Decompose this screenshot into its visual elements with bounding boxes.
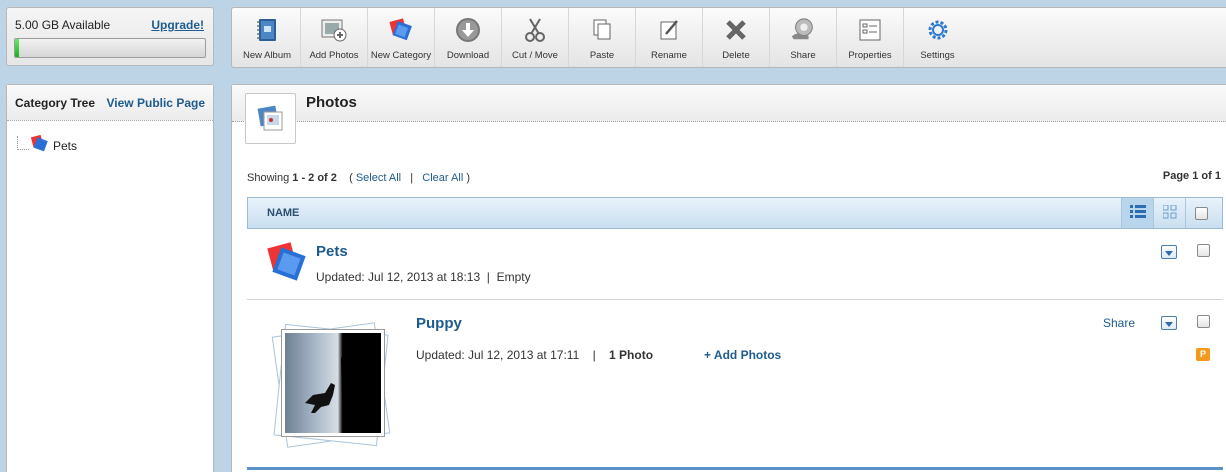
select-all-checkbox[interactable] [1195, 206, 1208, 220]
add-photos-label: Add Photos [309, 50, 359, 61]
item-checkbox[interactable] [1197, 244, 1210, 257]
rename-button[interactable]: Rename [636, 8, 703, 67]
album-thumbnail[interactable] [271, 321, 391, 451]
properties-icon [857, 17, 883, 43]
pencil-icon [656, 17, 682, 43]
tree-item-pets[interactable]: Pets [17, 134, 78, 156]
new-album-button[interactable]: New Album [234, 8, 301, 67]
tree-item-label: Pets [53, 138, 78, 153]
storage-progress-bar [14, 38, 206, 58]
settings-label: Settings [920, 50, 955, 61]
category-icon [30, 134, 49, 156]
table-row: Pets Updated: Jul 12, 2013 at 18:13 | Em… [247, 230, 1223, 300]
download-icon [455, 17, 481, 43]
select-all-link[interactable]: Select All [356, 172, 401, 184]
item-checkbox[interactable] [1197, 315, 1210, 328]
sidebar-header: Category Tree View Public Page [7, 85, 213, 121]
share-icon [790, 17, 816, 43]
page-total: 1 [1214, 170, 1221, 182]
select-all-checkbox-cell [1185, 198, 1217, 228]
new-category-label: New Category [370, 50, 432, 61]
page-prefix: Page [1162, 170, 1190, 182]
properties-label: Properties [848, 50, 892, 61]
add-photos-link[interactable]: + Add Photos [704, 348, 781, 362]
item-meta: Updated: Jul 12, 2013 at 18:13 | Empty [316, 270, 531, 284]
page-current: 1 [1192, 170, 1199, 182]
list-view-icon [1129, 204, 1146, 222]
item-photo-count: 1 Photo [609, 348, 654, 362]
download-label: Download [446, 50, 490, 61]
item-status: Empty [496, 270, 531, 284]
public-badge: P [1196, 348, 1210, 361]
settings-button[interactable]: Settings [904, 8, 971, 67]
album-photo [281, 329, 385, 437]
view-public-page-link[interactable]: View Public Page [107, 96, 205, 110]
page-of: of [1201, 170, 1212, 182]
item-title[interactable]: Pets [316, 243, 348, 260]
add-photos-link-label: Add Photos [713, 348, 782, 362]
page-title: Photos [306, 94, 357, 111]
item-menu-button[interactable] [1161, 316, 1177, 330]
sidebar-title: Category Tree [15, 95, 96, 110]
paste-button[interactable]: Paste [569, 8, 636, 67]
properties-button[interactable]: Properties [837, 8, 904, 67]
cut-move-label: Cut / Move [512, 50, 558, 61]
table-row: Puppy Updated: Jul 12, 2013 at 17:11 | 1… [247, 301, 1223, 466]
storage-panel: 5.00 GB Available Upgrade! [6, 7, 214, 66]
item-meta: Updated: Jul 12, 2013 at 17:11 | 1 Photo [416, 348, 654, 362]
new-category-button[interactable]: New Category [368, 8, 435, 67]
table-header: NAME [247, 197, 1223, 229]
photo-image [285, 333, 381, 433]
category-sidebar: Category Tree View Public Page Pets [6, 84, 214, 472]
rename-label: Rename [651, 50, 687, 61]
share-label: Share [790, 50, 816, 61]
item-updated: Updated: Jul 12, 2013 at 17:11 [416, 348, 580, 362]
showing-range: 1 - 2 of 2 [292, 172, 337, 184]
column-name[interactable]: NAME [267, 207, 299, 219]
main-header: Photos [232, 85, 1226, 144]
showing-info: Showing 1 - 2 of 2 ( Select All | Clear … [247, 172, 470, 184]
showing-prefix: Showing [247, 172, 290, 184]
delete-label: Delete [722, 50, 750, 61]
item-menu-button[interactable] [1161, 245, 1177, 259]
share-link[interactable]: Share [1103, 316, 1135, 330]
paste-label: Paste [589, 50, 615, 61]
category-icon [267, 242, 309, 287]
upgrade-link[interactable]: Upgrade! [151, 18, 204, 32]
download-button[interactable]: Download [435, 8, 502, 67]
add-photos-button[interactable]: Add Photos [301, 8, 368, 67]
share-button[interactable]: Share [770, 8, 837, 67]
delete-button[interactable]: Delete [703, 8, 770, 67]
gear-icon [925, 17, 951, 43]
tree-connector [17, 135, 29, 150]
album-icon [254, 17, 280, 43]
chevron-down-icon [1165, 316, 1173, 330]
photos-thumbnail [245, 93, 296, 144]
grid-view-button[interactable] [1153, 198, 1185, 228]
storage-available: 5.00 GB Available [15, 18, 111, 32]
cut-move-button[interactable]: Cut / Move [502, 8, 569, 67]
paste-icon [589, 17, 615, 43]
chevron-down-icon [1165, 245, 1173, 259]
toolbar: New Album Add Photos New Category Downlo… [231, 7, 1226, 68]
clear-all-link[interactable]: Clear All [422, 172, 463, 184]
storage-progress-fill [15, 39, 19, 57]
page-info: Page 1 of 1 [1163, 170, 1221, 182]
scissors-icon [522, 17, 548, 43]
list-bottom-border [247, 467, 1223, 470]
main-panel: Photos Showing 1 - 2 of 2 ( Select All |… [231, 84, 1226, 472]
category-icon [388, 17, 414, 43]
grid-view-icon [1162, 204, 1177, 222]
list-view-button[interactable] [1121, 198, 1153, 228]
item-updated: Updated: Jul 12, 2013 at 18:13 [316, 270, 481, 284]
item-title[interactable]: Puppy [416, 315, 462, 332]
new-album-label: New Album [242, 50, 292, 61]
delete-icon [723, 17, 749, 43]
add-photos-icon [321, 17, 347, 43]
